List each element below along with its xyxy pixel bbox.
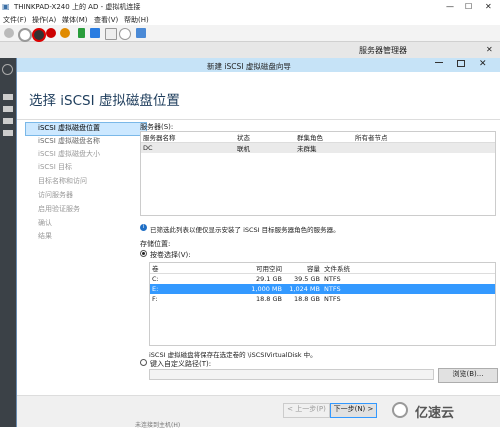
nav-item-size[interactable]: iSCSI 虚拟磁盘大小 — [38, 149, 100, 160]
col-free-space[interactable]: 可用空间 — [246, 263, 284, 274]
col-capacity[interactable]: 容量 — [284, 263, 322, 274]
local-server-icon[interactable] — [3, 106, 13, 112]
custom-path-input[interactable] — [149, 369, 434, 380]
minimize-button[interactable]: — — [446, 2, 454, 11]
next-button[interactable]: 下一步(N) > — [330, 403, 377, 418]
col-volume[interactable]: 卷 — [150, 263, 246, 274]
capacity-cell: 18.8 GB — [293, 295, 320, 303]
reset-icon[interactable] — [90, 28, 100, 38]
wizard-close-icon[interactable]: ✕ — [479, 59, 487, 69]
pause-icon[interactable] — [78, 28, 85, 38]
wizard-minimize-icon[interactable] — [435, 62, 443, 63]
storage-label: 存储位置: — [140, 240, 171, 248]
filesystem-cell: NTFS — [324, 275, 341, 283]
filesystem-cell: NTFS — [324, 285, 341, 293]
menu-media[interactable]: 媒体(M) — [62, 15, 88, 25]
volume-radio[interactable] — [140, 250, 147, 257]
table-row[interactable]: F: 18.8 GB 18.8 GB NTFS — [150, 294, 495, 304]
turn-off-icon[interactable] — [32, 28, 46, 42]
page-title: 选择 iSCSI 虚拟磁盘位置 — [29, 93, 180, 109]
wizard-footer: < 上一步(P) 下一步(N) > 亿速云 未连接到主机(H) — [17, 395, 500, 429]
nav-item-target[interactable]: iSCSI 目标 — [38, 162, 72, 173]
free-space-cell: 1,000 MB — [251, 285, 282, 293]
shutdown-icon[interactable] — [46, 28, 56, 38]
nav-item-location[interactable]: iSCSI 虚拟磁盘位置 — [25, 122, 147, 136]
capacity-cell: 39.5 GB — [293, 275, 320, 283]
server-name-cell: DC — [143, 144, 153, 152]
prev-button[interactable]: < 上一步(P) — [283, 403, 330, 418]
filesystem-cell: NTFS — [324, 295, 341, 303]
volume-cell: E: — [152, 285, 159, 293]
back-icon[interactable] — [2, 64, 13, 75]
host-title: THINKPAD-X240 上的 AD - 虚拟机连接 — [14, 3, 141, 11]
all-servers-icon[interactable] — [3, 118, 13, 124]
host-menubar: 文件(F) 操作(A) 媒体(M) 查看(V) 帮助(H) — [0, 13, 500, 25]
volume-cell: F: — [152, 295, 158, 303]
footer-status: 未连接到主机(H) — [135, 422, 181, 429]
wizard-header: 选择 iSCSI 虚拟磁盘位置 — [17, 72, 500, 120]
path-note: iSCSI 虚拟磁盘将保存在选定卷的 \iSCSIVirtualDisk 中。 — [149, 351, 317, 359]
info-icon: i — [140, 224, 147, 231]
capacity-cell: 1,024 MB — [289, 285, 320, 293]
custom-path-radio[interactable] — [140, 359, 147, 366]
file-services-icon[interactable] — [3, 130, 13, 136]
custom-path-radio-label[interactable]: 键入自定义路径(T): — [150, 359, 211, 369]
table-row[interactable]: C: 29.1 GB 39.5 GB NTFS — [150, 274, 495, 285]
volume-radio-label[interactable]: 按卷选择(V): — [150, 250, 191, 260]
save-icon[interactable] — [60, 28, 70, 38]
nav-item-confirm[interactable]: 确认 — [38, 218, 52, 229]
volume-cell: C: — [152, 275, 159, 283]
wizard-window: 新建 iSCSI 虚拟磁盘向导 ✕ 选择 iSCSI 虚拟磁盘位置 iSCSI … — [16, 58, 500, 429]
wizard-title: 新建 iSCSI 虚拟磁盘向导 — [207, 62, 291, 71]
revert-icon[interactable] — [119, 28, 131, 40]
col-cluster-role[interactable]: 群集角色 — [295, 132, 353, 143]
menu-view[interactable]: 查看(V) — [94, 15, 118, 25]
free-space-cell: 29.1 GB — [255, 275, 282, 283]
col-filesystem[interactable]: 文件系统 — [322, 263, 495, 274]
ctrl-alt-del-icon[interactable] — [4, 28, 14, 38]
col-owner-node[interactable]: 所有者节点 — [353, 132, 495, 143]
menu-help[interactable]: 帮助(H) — [124, 15, 149, 25]
server-list[interactable]: 服务器名称 状态 群集角色 所有者节点 DC 联机 未群集 — [140, 131, 496, 216]
col-server-name[interactable]: 服务器名称 — [141, 132, 235, 143]
server-manager-title: 服务器管理器 — [359, 46, 407, 55]
start-icon[interactable] — [18, 28, 32, 42]
dashboard-icon[interactable] — [3, 94, 13, 100]
close-button[interactable]: ✕ — [485, 2, 492, 11]
info-text: 已筛选此列表以便仅显示安装了 iSCSI 目标服务器角色的服务器。 — [150, 226, 340, 234]
wizard-maximize-icon[interactable] — [457, 60, 465, 67]
watermark-text: 亿速云 — [415, 406, 455, 421]
server-cluster-cell: 未群集 — [297, 145, 317, 153]
table-row-selected[interactable]: E: 1,000 MB 1,024 MB NTFS — [150, 284, 495, 294]
server-status-cell: 联机 — [237, 145, 250, 153]
host-titlebar: ▣ THINKPAD-X240 上的 AD - 虚拟机连接 — ☐ ✕ — [0, 0, 500, 13]
server-manager-sidebar — [0, 58, 16, 427]
nav-item-access-servers[interactable]: 访问服务器 — [38, 190, 73, 201]
nav-item-results[interactable]: 结果 — [38, 231, 52, 242]
browse-button[interactable]: 浏览(B)... — [438, 368, 498, 383]
maximize-button[interactable]: ☐ — [465, 2, 472, 11]
wizard-nav: iSCSI 虚拟磁盘位置 iSCSI 虚拟磁盘名称 iSCSI 虚拟磁盘大小 i… — [17, 120, 147, 400]
menu-file[interactable]: 文件(F) — [3, 15, 27, 25]
server-manager-close-button[interactable]: ✕ — [486, 45, 493, 54]
wizard-titlebar: 新建 iSCSI 虚拟磁盘向导 ✕ — [17, 58, 500, 72]
vm-icon: ▣ — [2, 2, 10, 11]
menu-action[interactable]: 操作(A) — [32, 15, 56, 25]
server-owner-cell — [353, 143, 495, 154]
col-status[interactable]: 状态 — [235, 132, 295, 143]
table-row[interactable]: DC 联机 未群集 — [141, 142, 495, 154]
nav-item-target-name[interactable]: 目标名称和访问 — [38, 176, 87, 187]
enhanced-session-icon[interactable] — [136, 28, 146, 38]
server-manager-titlebar: 服务器管理器 ✕ — [0, 42, 500, 58]
volume-list[interactable]: 卷 可用空间 容量 文件系统 C: 29.1 GB 39.5 GB NTFS E… — [149, 262, 496, 346]
nav-item-auth[interactable]: 启用验证服务 — [38, 204, 80, 215]
free-space-cell: 18.8 GB — [255, 295, 282, 303]
host-toolbar — [0, 25, 500, 42]
watermark-logo-icon — [392, 402, 408, 418]
nav-item-name[interactable]: iSCSI 虚拟磁盘名称 — [38, 136, 100, 147]
checkpoint-icon[interactable] — [105, 28, 117, 40]
